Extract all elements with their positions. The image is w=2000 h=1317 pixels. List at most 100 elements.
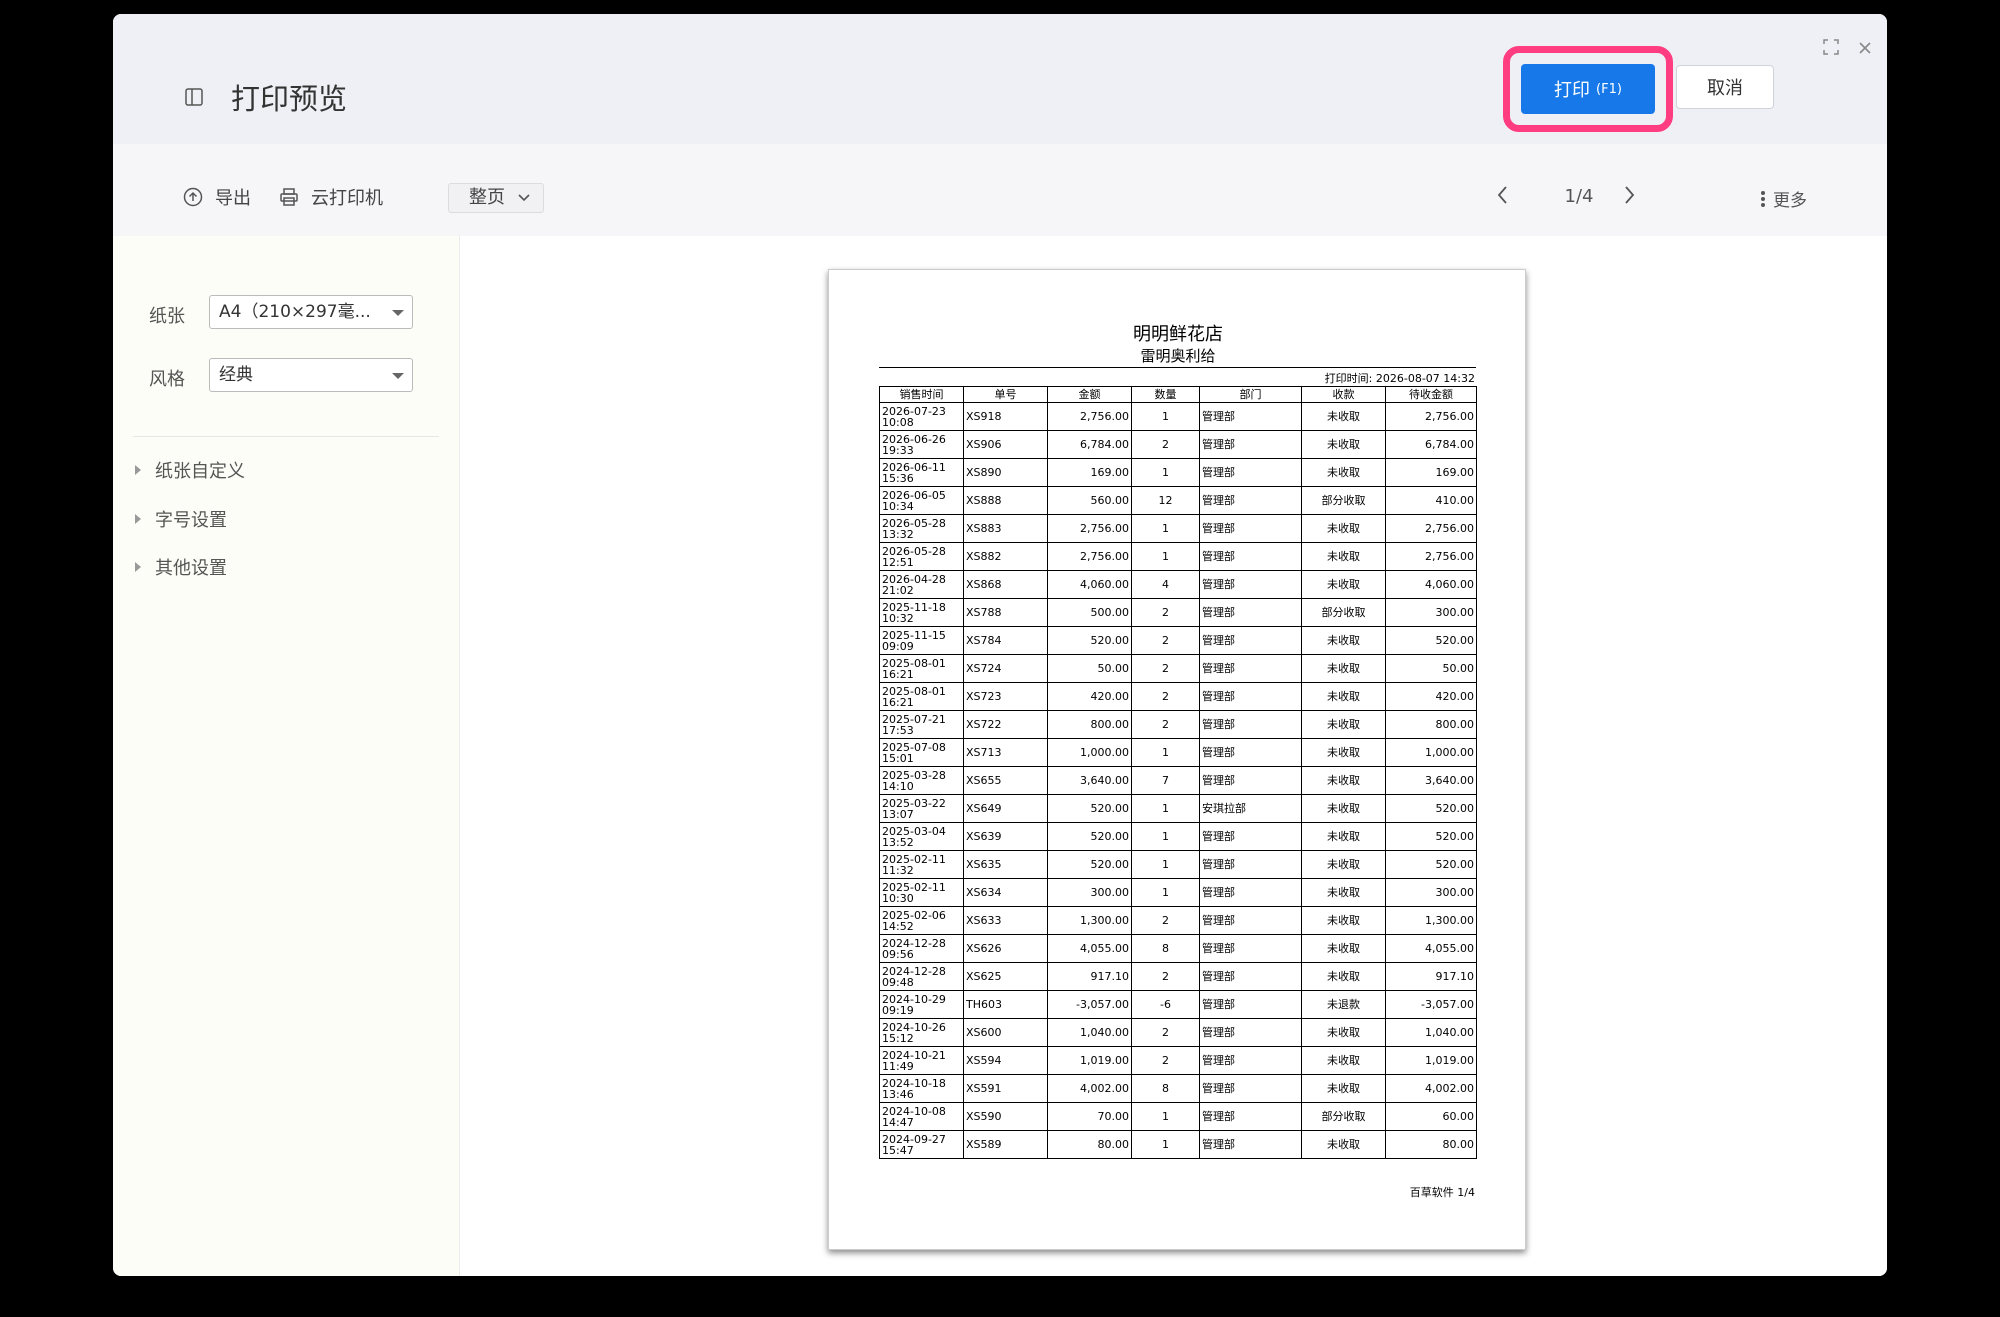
table-row: 2026-06-05 10:34 XS888 560.00 12 管理部 部分收取 410.… xyxy=(879,486,1477,515)
table-cell: XS626 xyxy=(963,934,1048,963)
table-cell: 410.00 xyxy=(1385,486,1477,515)
table-cell: 2025-11-18 10:32 xyxy=(879,598,964,627)
column-header: 收款 xyxy=(1301,386,1386,403)
table-cell: 2025-03-22 13:07 xyxy=(879,794,964,823)
collapse-label: 字号设置 xyxy=(155,510,227,531)
paper-label: 纸张 xyxy=(149,306,185,327)
table-cell: 8 xyxy=(1131,934,1200,963)
document-footer: 百草软件 1/4 xyxy=(1409,1186,1475,1199)
table-cell: 1 xyxy=(1131,1130,1200,1159)
table-cell: 未收取 xyxy=(1301,654,1386,683)
table-cell: 560.00 xyxy=(1047,486,1132,515)
table-cell: 1 xyxy=(1131,878,1200,907)
table-cell: 2024-10-29 09:19 xyxy=(879,990,964,1019)
maximize-icon[interactable] xyxy=(1819,36,1843,60)
style-label: 风格 xyxy=(149,369,185,390)
table-cell: 1,000.00 xyxy=(1047,738,1132,767)
table-cell: 2026-04-28 21:02 xyxy=(879,570,964,599)
table-cell: 管理部 xyxy=(1199,1074,1302,1103)
document-subtitle: 雷明奥利给 xyxy=(1140,347,1216,365)
table-cell: 安琪拉部 xyxy=(1199,794,1302,823)
table-cell: 1,040.00 xyxy=(1047,1018,1132,1047)
table-cell: XS882 xyxy=(963,542,1048,571)
table-row: 2024-10-21 11:49 XS594 1,019.00 2 管理部 未收取 1,01… xyxy=(879,1046,1477,1075)
collapse-paper-custom[interactable]: 纸张自定义 xyxy=(135,457,245,483)
table-cell: 管理部 xyxy=(1199,598,1302,627)
table-cell: 未收取 xyxy=(1301,962,1386,991)
table-cell: XS788 xyxy=(963,598,1048,627)
table-row: 2024-12-28 09:48 XS625 917.10 2 管理部 未收取 917.10 xyxy=(879,962,1477,991)
table-cell: XS918 xyxy=(963,402,1048,431)
collapse-font-size[interactable]: 字号设置 xyxy=(135,506,227,532)
table-cell: 1 xyxy=(1131,738,1200,767)
table-cell: 未收取 xyxy=(1301,542,1386,571)
table-cell: 管理部 xyxy=(1199,542,1302,571)
table-row: 2025-02-06 14:52 XS633 1,300.00 2 管理部 未收取 1,30… xyxy=(879,906,1477,935)
table-cell: TH603 xyxy=(963,990,1048,1019)
table-cell: 未收取 xyxy=(1301,766,1386,795)
table-cell: 2,756.00 xyxy=(1047,514,1132,543)
table-cell: 2025-11-15 09:09 xyxy=(879,626,964,655)
table-row: 2025-08-01 16:21 XS723 420.00 2 管理部 未收取 420.00 xyxy=(879,682,1477,711)
table-body: 2026-07-23 10:08 XS918 2,756.00 1 管理部 未收取 2,75… xyxy=(879,402,1477,1159)
table-cell: 未收取 xyxy=(1301,430,1386,459)
cancel-button[interactable]: 取消 xyxy=(1676,65,1774,109)
table-cell: 管理部 xyxy=(1199,710,1302,739)
print-time: 打印时间: 2026-08-07 14:32 xyxy=(1324,372,1475,385)
table-cell: 60.00 xyxy=(1385,1102,1477,1131)
table-cell: 管理部 xyxy=(1199,458,1302,487)
table-cell: 2025-03-28 14:10 xyxy=(879,766,964,795)
preview-toolbar: 导出 云打印机 整页 1/4 更多 xyxy=(113,144,1887,236)
table-cell: 1 xyxy=(1131,458,1200,487)
page-mode-select[interactable]: 整页 xyxy=(448,183,544,213)
table-cell: 2026-06-05 10:34 xyxy=(879,486,964,515)
style-select[interactable]: 经典 xyxy=(209,358,413,392)
table-cell: 4,002.00 xyxy=(1385,1074,1477,1103)
table-cell: 4,060.00 xyxy=(1385,570,1477,599)
table-cell: 1 xyxy=(1131,514,1200,543)
table-cell: 4,055.00 xyxy=(1385,934,1477,963)
table-row: 2026-05-28 13:32 XS883 2,756.00 1 管理部 未收取 2,75… xyxy=(879,514,1477,543)
print-button[interactable]: 打印 (F1) xyxy=(1521,64,1655,114)
table-row: 2024-10-18 13:46 XS591 4,002.00 8 管理部 未收取 4,00… xyxy=(879,1074,1477,1103)
table-cell: 2024-09-27 15:47 xyxy=(879,1130,964,1159)
table-cell: 1 xyxy=(1131,542,1200,571)
table-row: 2025-03-22 13:07 XS649 520.00 1 安琪拉部 未收取 520.0… xyxy=(879,794,1477,823)
collapse-other[interactable]: 其他设置 xyxy=(135,554,227,580)
settings-sidebar: 纸张 A4（210×297毫... 风格 经典 纸张自定义 字号设置 其他设置 xyxy=(113,236,460,1276)
table-cell: 管理部 xyxy=(1199,850,1302,879)
table-cell: 1 xyxy=(1131,1102,1200,1131)
preview-canvas[interactable]: 明明鲜花店 雷明奥利给 打印时间: 2026-08-07 14:32 销售时间单… xyxy=(460,236,1887,1276)
close-icon[interactable] xyxy=(1853,36,1877,60)
table-cell: 2025-08-01 16:21 xyxy=(879,654,964,683)
table-cell: 2024-10-08 14:47 xyxy=(879,1102,964,1131)
table-cell: 管理部 xyxy=(1199,1130,1302,1159)
table-cell: 管理部 xyxy=(1199,990,1302,1019)
next-page-icon[interactable] xyxy=(1621,184,1637,206)
document-title: 明明鲜花店 xyxy=(1133,324,1223,345)
more-button[interactable]: 更多 xyxy=(1759,186,1807,211)
prev-page-icon[interactable] xyxy=(1495,184,1511,206)
cloud-printer-button[interactable]: 云打印机 xyxy=(279,184,383,210)
table-row: 2025-11-15 09:09 XS784 520.00 2 管理部 未收取 520.00 xyxy=(879,626,1477,655)
table-cell: XS883 xyxy=(963,514,1048,543)
export-button[interactable]: 导出 xyxy=(183,184,251,210)
table-cell: 8 xyxy=(1131,1074,1200,1103)
table-cell: XS722 xyxy=(963,710,1048,739)
caret-right-icon xyxy=(135,562,141,572)
table-cell: 管理部 xyxy=(1199,878,1302,907)
sidebar-toggle-icon[interactable] xyxy=(185,88,203,106)
table-cell: 80.00 xyxy=(1385,1130,1477,1159)
column-header: 待收金额 xyxy=(1385,386,1477,403)
table-row: 2024-10-26 15:12 XS600 1,040.00 2 管理部 未收取 1,04… xyxy=(879,1018,1477,1047)
caret-down-icon xyxy=(392,310,404,316)
table-cell: 未收取 xyxy=(1301,626,1386,655)
table-cell: 520.00 xyxy=(1385,850,1477,879)
paper-select[interactable]: A4（210×297毫... xyxy=(209,295,413,329)
table-cell: 2,756.00 xyxy=(1047,402,1132,431)
collapse-label: 纸张自定义 xyxy=(155,461,245,482)
table-cell: 500.00 xyxy=(1047,598,1132,627)
table-cell: 3,640.00 xyxy=(1385,766,1477,795)
table-cell: 未收取 xyxy=(1301,1018,1386,1047)
column-header: 金额 xyxy=(1047,386,1132,403)
